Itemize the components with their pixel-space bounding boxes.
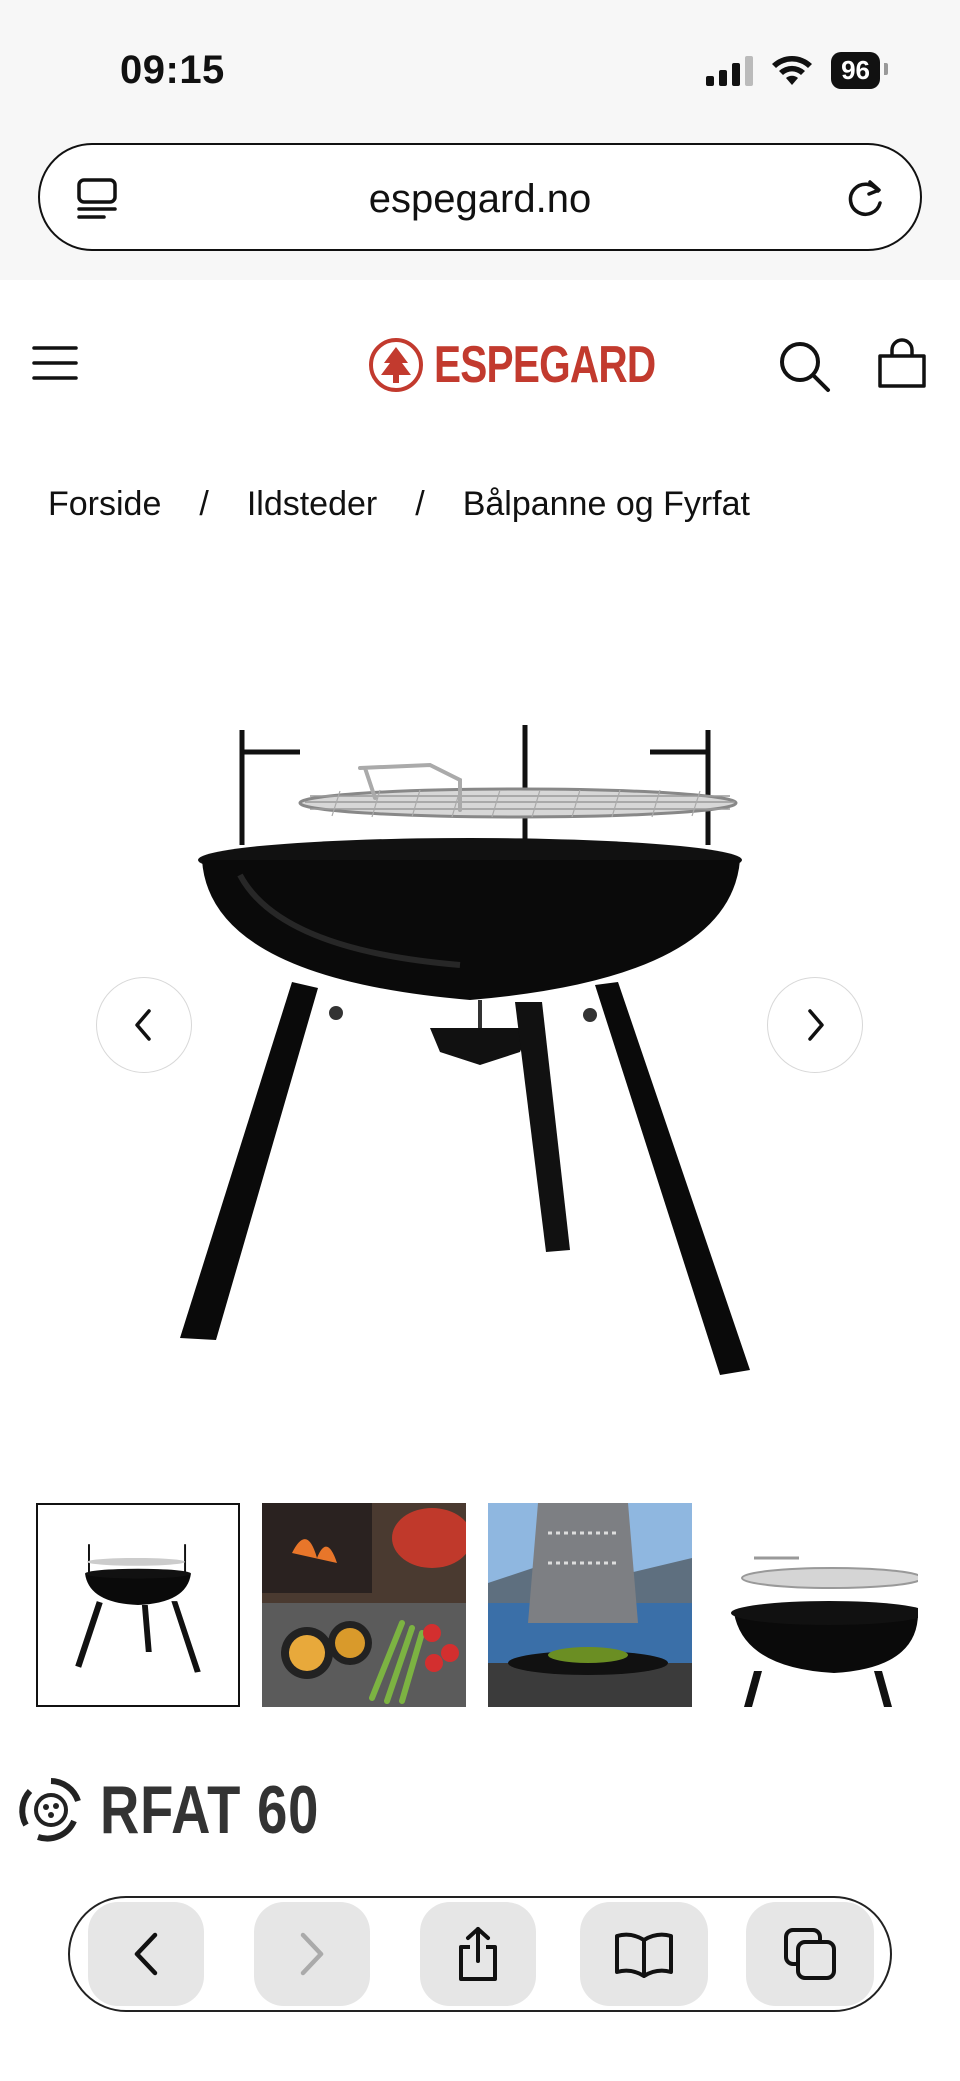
wifi-icon [772, 55, 813, 85]
forward-arrow-icon [300, 1932, 324, 1976]
tabs-icon [784, 1928, 836, 1980]
product-title-row: RFAT 60 [16, 1765, 374, 1855]
thumbnail-image [262, 1503, 466, 1707]
cart-icon[interactable] [874, 336, 930, 392]
battery-icon: 96 [831, 52, 888, 89]
tabs-button[interactable] [746, 1902, 874, 2006]
thumbnail-cooking-scene[interactable] [262, 1503, 466, 1707]
breadcrumb-separator: / [415, 485, 425, 523]
logo-text: ESPEGARD [434, 336, 656, 394]
breadcrumb-current[interactable]: Bålpanne og Fyrfat [463, 485, 750, 524]
status-bar: 09:15 96 [0, 0, 960, 140]
thumbnail-image [714, 1503, 918, 1707]
search-icon[interactable] [776, 338, 832, 394]
bookmarks-button[interactable] [580, 1902, 708, 2006]
thumbnail-product[interactable] [36, 1503, 240, 1707]
url-text[interactable]: espegard.no [40, 177, 920, 222]
status-indicators: 96 [706, 52, 888, 89]
site-header: ESPEGARD [0, 310, 960, 420]
tree-logo-icon [369, 338, 423, 392]
product-thumbnails [36, 1503, 918, 1707]
carousel-prev-button[interactable] [96, 977, 192, 1073]
status-time: 09:15 [120, 48, 225, 92]
thumbnail-image [38, 1505, 238, 1705]
browser-toolbar [68, 1896, 892, 2012]
menu-icon[interactable] [30, 342, 80, 384]
chevron-left-icon [135, 1009, 151, 1041]
breadcrumb: Forside / Ildsteder / Bålpanne og Fyrfat [48, 485, 750, 524]
share-button[interactable] [420, 1902, 536, 2006]
thumbnail-lakeside-cooking[interactable] [488, 1503, 692, 1707]
product-title: RFAT 60 [100, 1772, 320, 1848]
browser-address-area: espegard.no [0, 140, 960, 280]
reload-icon[interactable] [840, 173, 890, 223]
breadcrumb-home[interactable]: Forside [48, 485, 161, 524]
forward-button[interactable] [254, 1902, 370, 2006]
address-bar[interactable]: espegard.no [38, 143, 922, 251]
back-button[interactable] [88, 1902, 204, 2006]
thumbnail-grate-detail[interactable] [714, 1503, 918, 1707]
thumbnail-image [488, 1503, 692, 1707]
breadcrumb-separator: / [199, 485, 209, 523]
signal-icon [706, 55, 754, 86]
breadcrumb-category[interactable]: Ildsteder [247, 485, 377, 524]
back-arrow-icon [134, 1932, 158, 1976]
site-logo[interactable]: ESPEGARD [368, 330, 718, 400]
chevron-right-icon [808, 1009, 824, 1041]
product-image-fire-pit [180, 725, 750, 1375]
recycle-badge-icon [19, 1778, 81, 1842]
bookmarks-icon [615, 1932, 673, 1978]
share-icon [459, 1927, 497, 1981]
carousel-next-button[interactable] [767, 977, 863, 1073]
